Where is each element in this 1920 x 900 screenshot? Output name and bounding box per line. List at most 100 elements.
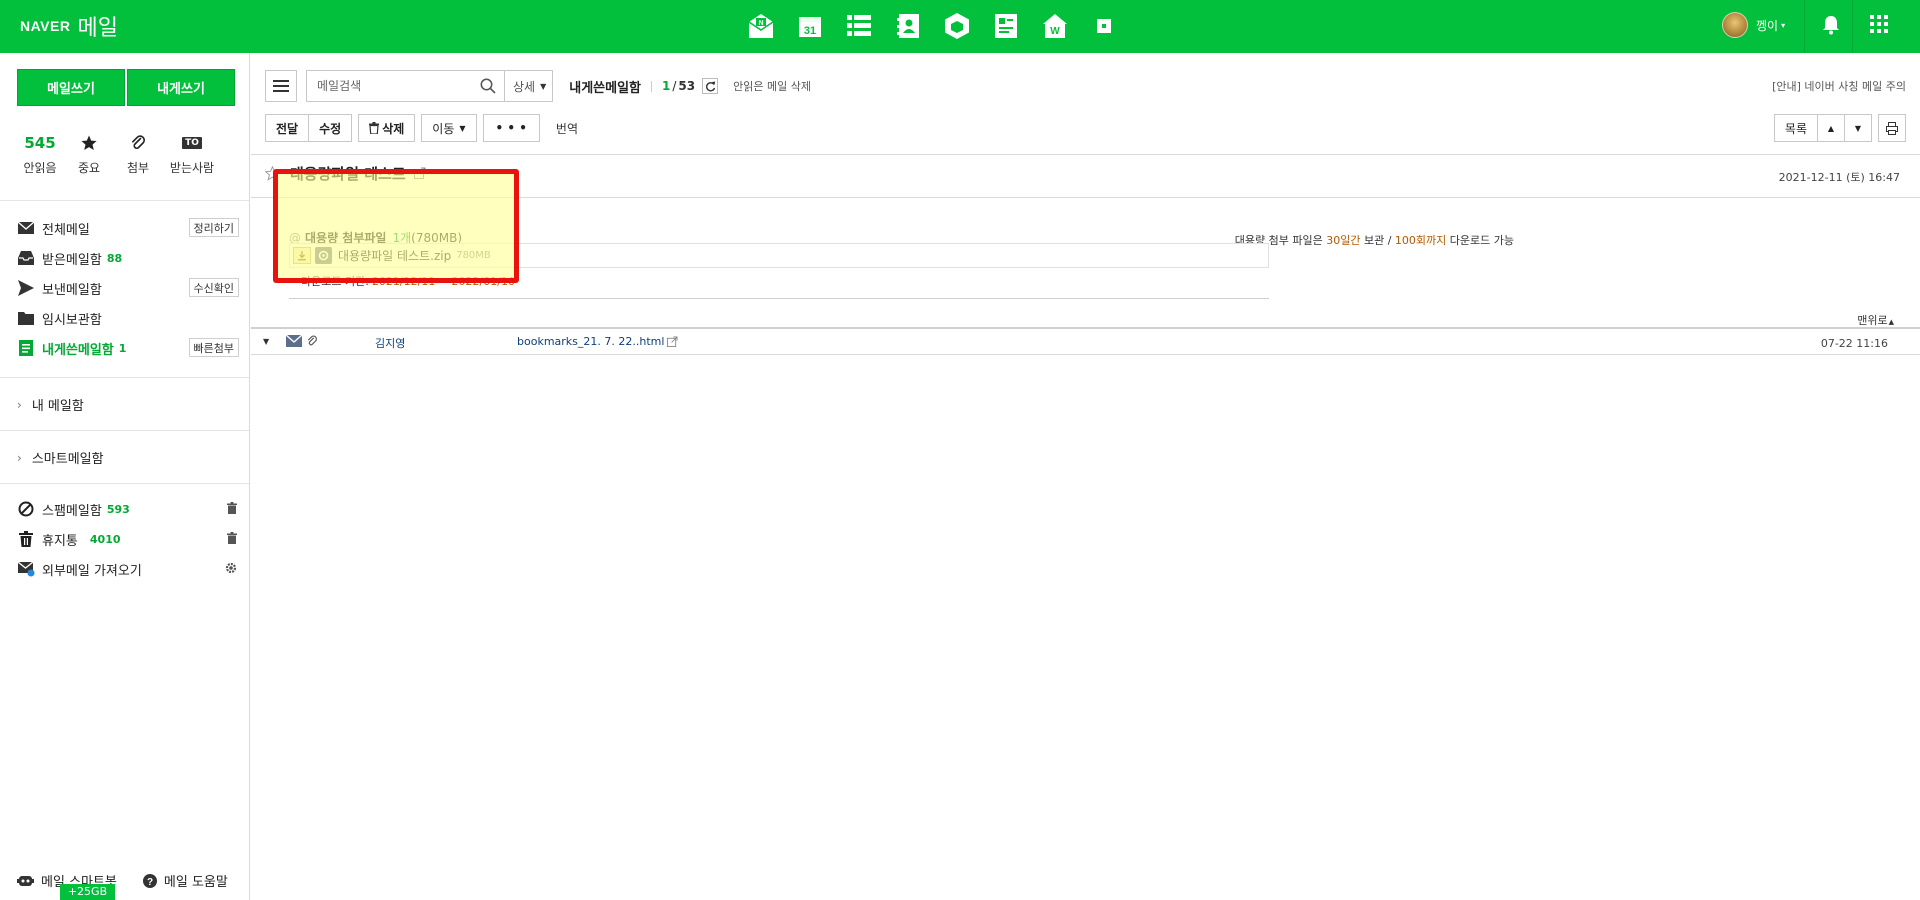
sidebar-item-sent[interactable]: 보낸메일함 수신확인 — [17, 278, 239, 298]
sidebar-divider — [0, 483, 249, 484]
calendar-icon[interactable]: 31 — [785, 10, 834, 42]
go-to-top-link[interactable]: 맨위로▲ — [1857, 312, 1894, 328]
edit-button[interactable]: 수정 — [309, 114, 353, 142]
hamburger-menu-icon[interactable] — [265, 70, 297, 102]
delete-button[interactable]: 삭제 — [358, 114, 416, 142]
sidebar-item-inbox[interactable]: 받은메일함 88 — [17, 248, 239, 268]
separator — [651, 80, 653, 92]
sidebar-item-trash[interactable]: 휴지통 4010 — [17, 529, 239, 549]
recipient-filter[interactable]: TO 받는사람 — [161, 131, 223, 176]
attachment-filter[interactable]: 첨부 — [112, 131, 164, 176]
profile-name: 껭이 — [1756, 18, 1779, 33]
delete-unread-link[interactable]: 안읽은 메일 삭제 — [733, 78, 811, 94]
download-icon[interactable] — [293, 247, 311, 264]
folder-icon — [17, 309, 35, 327]
info-times: 100회까지 — [1394, 234, 1447, 247]
sidebar-item-external-mail[interactable]: 외부메일 가져오기 — [17, 559, 239, 579]
move-dropdown[interactable]: 이동 ▼ — [421, 114, 477, 142]
delete-label: 삭제 — [382, 121, 405, 136]
forward-button[interactable]: 전달 — [265, 114, 310, 142]
action-toolbar: 전달 수정 삭제 이동 ▼ • • • 번역 — [265, 114, 578, 142]
sidebar-item-drafts[interactable]: 임시보관함 — [17, 308, 239, 328]
smart-mailbox-toggle[interactable]: › 스마트메일함 — [17, 448, 104, 468]
top-toolbar: 상세 ▼ 내게쓴메일함 1 / 53 안읽은 메일 삭제 — [265, 70, 811, 102]
naver-mail-logo[interactable]: NAVER 메일 — [20, 11, 118, 41]
search-detail-dropdown[interactable]: 상세 ▼ — [505, 70, 554, 102]
download-period-label: 다운로드 기간: — [301, 275, 369, 288]
subject-row: 대용량파일 테스트 — [265, 163, 426, 183]
more-button[interactable]: • • • — [482, 114, 540, 142]
help-link[interactable]: ? 메일 도움말 — [142, 871, 228, 890]
memo-icon[interactable] — [981, 10, 1030, 42]
read-receipt-button[interactable]: 수신확인 — [188, 278, 239, 297]
sidebar-item-label: 외부메일 가져오기 — [42, 563, 142, 579]
expand-arrow-icon[interactable]: ▼ — [263, 337, 269, 346]
detail-label: 상세 — [513, 79, 536, 94]
open-new-window-icon[interactable] — [413, 167, 426, 179]
organize-button[interactable]: 정리하기 — [188, 218, 239, 237]
compose-button[interactable]: 메일쓰기 — [17, 69, 125, 106]
important-label: 중요 — [77, 161, 101, 175]
download-period-range: 2021/12/11 ~ 2022/01/10 — [371, 275, 515, 288]
trash-empty-icon[interactable] — [227, 502, 237, 518]
quick-attach-button[interactable]: 빠른첨부 — [188, 338, 239, 357]
sidebar-item-all-mail[interactable]: 전체메일 정리하기 — [17, 218, 239, 238]
trash-empty-icon[interactable] — [227, 532, 237, 548]
help-icon: ? — [142, 873, 157, 888]
important-filter[interactable]: 중요 — [63, 131, 115, 176]
unread-filter[interactable]: 545 안읽음 — [14, 131, 66, 176]
print-icon[interactable] — [1878, 114, 1906, 142]
page-current: 1 — [662, 79, 671, 93]
attachment-row: 대용량파일 테스트.zip 780MB — [293, 246, 491, 265]
notebook-icon — [17, 339, 35, 357]
phishing-notice-link[interactable]: [안내] 네이버 사칭 메일 주의 — [1772, 78, 1906, 94]
house-icon[interactable]: W — [1030, 10, 1079, 42]
table-row[interactable]: ▼ 김지영 bookmarks_21. 7. 22..html 07-22 11… — [251, 329, 1920, 355]
storage-badge[interactable]: +25GB — [60, 884, 115, 900]
contacts-icon[interactable] — [883, 10, 932, 42]
my-mailbox-toggle[interactable]: › 내 메일함 — [17, 395, 84, 415]
previous-mail-icon[interactable]: ▲ — [1818, 114, 1845, 142]
mail-date: 2021-12-11 (토) 16:47 — [1778, 171, 1900, 184]
mail-home-icon[interactable]: N — [736, 10, 785, 42]
sidebar-item-spam[interactable]: 스팸메일함 593 — [17, 499, 239, 519]
topbar-divider — [1852, 0, 1853, 53]
attachment-name[interactable]: 대용량파일 테스트.zip — [338, 247, 451, 264]
small-app-icon[interactable] — [1079, 10, 1128, 42]
sidebar-divider — [0, 377, 249, 378]
profile-menu[interactable]: 껭이 ▾ — [1722, 12, 1785, 38]
move-label: 이동 — [432, 121, 455, 136]
open-new-window-icon[interactable] — [667, 336, 678, 347]
search-input[interactable] — [317, 72, 477, 100]
envelope-icon[interactable] — [285, 334, 303, 350]
search-icon[interactable] — [480, 78, 496, 98]
smart-mailbox-label: 스마트메일함 — [31, 452, 104, 467]
sidebar-divider — [0, 430, 249, 431]
go-top-label: 맨위로 — [1857, 314, 1888, 327]
refresh-icon[interactable] — [702, 78, 719, 94]
all-services-grid-icon[interactable] — [1870, 15, 1888, 37]
sidebar-divider — [0, 200, 249, 201]
send-icon — [17, 279, 35, 297]
bell-icon[interactable] — [1822, 15, 1840, 39]
bigfile-retention-info: 대용량 첨부 파일은 30일간 보관 / 100회까지 다운로드 가능 — [1235, 232, 1514, 248]
svg-text:N: N — [758, 20, 763, 27]
paperclip-icon — [132, 135, 145, 150]
list-subject[interactable]: bookmarks_21. 7. 22..html — [517, 335, 678, 348]
list-sender[interactable]: 김지영 — [375, 335, 405, 351]
self-compose-button[interactable]: 내게쓰기 — [127, 69, 235, 106]
gear-icon[interactable] — [225, 562, 237, 578]
navigation-toolbar: 목록 ▲ ▼ — [1773, 114, 1906, 142]
sidebar-item-self-mail[interactable]: 내게쓴메일함 1 빠른첨부 — [17, 338, 239, 358]
mail-content: 상세 ▼ 내게쓴메일함 1 / 53 안읽은 메일 삭제 [안내] 네이버 사칭… — [251, 53, 1920, 900]
list-icon[interactable] — [834, 10, 883, 42]
list-subject-text: bookmarks_21. 7. 22..html — [517, 335, 665, 348]
next-mail-icon[interactable]: ▼ — [1845, 114, 1872, 142]
header-divider — [251, 197, 1920, 198]
chevron-down-icon: ▼ — [459, 123, 466, 133]
box-icon[interactable] — [932, 10, 981, 42]
star-icon[interactable] — [265, 165, 280, 181]
translate-button[interactable]: 번역 — [556, 120, 578, 137]
trash-count: 4010 — [89, 532, 121, 546]
list-button[interactable]: 목록 — [1773, 114, 1818, 142]
